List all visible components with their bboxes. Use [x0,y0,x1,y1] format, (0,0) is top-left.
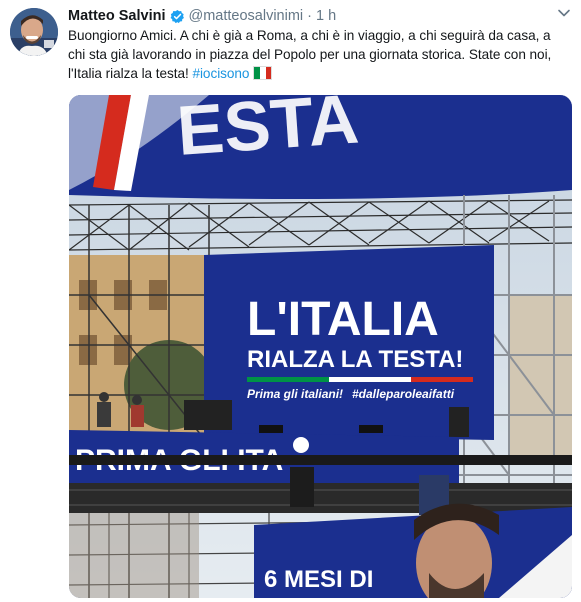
author-name[interactable]: Matteo Salvini [68,8,166,24]
banner-line2: RIALZA LA TESTA! [247,346,463,373]
italy-flag-icon [253,66,273,80]
banner-slogan-right: #dalleparoleaifatti [352,387,455,401]
author-handle[interactable]: @matteosalvinimi [189,8,304,24]
bottom-banner-text: 6 MESI DI [264,566,373,593]
avatar[interactable] [10,8,58,56]
tweet-photo[interactable]: ESTA L'ITALIA RIALZA LA TESTA! Prima gli… [69,95,572,598]
tweet-body: Buongiorno Amici. A chi è già a Roma, a … [68,28,552,81]
tweet-timestamp[interactable]: 1 h [316,8,336,24]
tweet-header: Matteo Salvini @matteosalvinimi · 1 h [68,6,568,26]
separator-dot: · [307,8,312,24]
tweet-text: Buongiorno Amici. A chi è già a Roma, a … [68,26,568,83]
banner-slogan-left: Prima gli italiani! [247,387,343,401]
banner-line1: L'ITALIA [247,293,439,346]
verified-badge-icon [170,9,184,23]
svg-text:ESTA: ESTA [175,95,361,170]
avatar-image [10,8,58,56]
photo-image: ESTA L'ITALIA RIALZA LA TESTA! Prima gli… [69,95,572,598]
chevron-down-icon[interactable] [557,6,571,20]
hashtag-link[interactable]: #iocisono [192,66,249,81]
